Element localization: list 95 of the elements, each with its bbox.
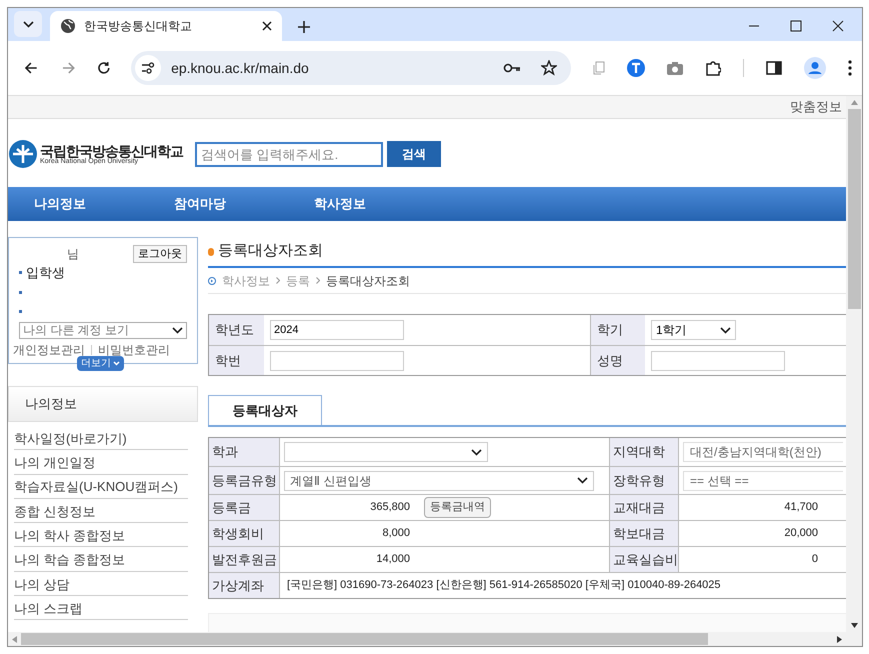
address-bar[interactable]: ep.knou.ac.kr/main.do — [131, 51, 572, 85]
detail-label: 지역대학 — [609, 438, 679, 466]
scroll-down-icon[interactable] — [850, 623, 858, 628]
menu-item[interactable]: 나의 개인일정 — [14, 450, 188, 475]
vertical-scrollbar[interactable] — [846, 96, 862, 646]
form-label: 성명 — [590, 346, 645, 375]
detail-label: 등록금유형 — [209, 467, 280, 494]
menu-item[interactable]: 나의 상담 — [14, 572, 188, 596]
forward-arrow-icon[interactable] — [62, 61, 76, 75]
nav-link[interactable]: 나의정보 — [34, 194, 174, 214]
user-suffix: 님 — [67, 246, 79, 263]
new-tab-icon[interactable] — [298, 21, 310, 33]
menu-item[interactable]: 나의 학사 종합정보 — [14, 523, 188, 548]
user-status: 입학생 — [26, 264, 65, 282]
account-select[interactable]: 나의 다른 계정 보기 — [19, 322, 187, 338]
profile-icon[interactable] — [804, 57, 826, 79]
nav-link[interactable]: 학사정보 — [314, 194, 454, 214]
title-marker-icon — [208, 248, 214, 256]
breadcrumb-separator-icon — [276, 277, 280, 284]
chevron-down-icon — [471, 448, 482, 456]
dropdown-field[interactable] — [284, 442, 488, 462]
chevron-down-icon — [172, 326, 183, 334]
detail-label: 등록금 — [209, 495, 280, 520]
text-field[interactable] — [270, 350, 404, 370]
breadcrumb-separator-icon — [316, 277, 320, 284]
tab-title: 한국방송통신대학교 — [84, 18, 193, 35]
form-label: 학기 — [590, 315, 645, 345]
menu-icon[interactable] — [848, 60, 852, 76]
menu-item[interactable]: 나의 스크랩 — [14, 596, 188, 620]
amount-value: 0 — [810, 552, 818, 568]
puzzle-icon[interactable] — [705, 60, 722, 76]
chevron-down-icon — [720, 326, 731, 334]
side-panel-icon[interactable] — [766, 61, 782, 75]
detail-label: 교육실습비 — [609, 547, 679, 572]
breadcrumb-link[interactable]: 등록대상자조회 — [326, 272, 410, 290]
detail-label: 학보대금 — [609, 521, 679, 546]
amount-value: 14,000 — [375, 552, 410, 568]
semester-select[interactable]: 1학기 — [651, 320, 736, 340]
scroll-right-icon[interactable] — [837, 636, 842, 642]
breadcrumb-icon — [208, 276, 216, 284]
password-link[interactable]: 비밀번호관리 — [98, 340, 170, 358]
detail-label: 장학유형 — [609, 467, 679, 494]
bullet-icon — [19, 290, 22, 294]
search-button[interactable]: 검색 — [387, 141, 441, 167]
close-icon[interactable] — [262, 21, 272, 31]
menu-item[interactable]: 학사일정(바로가기) — [14, 426, 188, 450]
menu-item[interactable]: 종합 신청정보 — [14, 498, 188, 524]
menu-item[interactable]: 학습자료실(U-KNOU캠퍼스) — [14, 474, 188, 499]
url-text: ep.knou.ac.kr/main.do — [171, 58, 310, 78]
amount-value: 365,800 — [369, 500, 410, 516]
tab[interactable]: 등록대상자 — [208, 395, 322, 425]
detail-label: 교재대금 — [609, 495, 679, 520]
readonly-field: 대전/충남지역대학(천안) — [683, 442, 843, 462]
bullet-icon — [19, 271, 22, 274]
horizontal-scrollbar[interactable] — [8, 632, 846, 646]
readonly-field: == 선택 == — [683, 470, 843, 490]
amount-value: 20,000 — [783, 526, 818, 542]
custom-info-link[interactable]: 맞춤정보 — [790, 97, 842, 117]
maximize-icon[interactable] — [790, 20, 802, 32]
search-field[interactable]: 검색어를 입력해주세요. — [195, 142, 383, 166]
menu-title: 나의정보 — [25, 395, 77, 414]
key-icon[interactable] — [503, 63, 522, 73]
tuition-details-button[interactable]: 등록금내역 — [424, 497, 491, 518]
chevron-down-icon — [22, 20, 34, 28]
close-icon[interactable] — [832, 20, 844, 32]
text-field[interactable] — [651, 350, 785, 370]
page-title: 등록대상자조회 — [218, 241, 323, 262]
amount-value: 8,000 — [381, 526, 410, 542]
site-settings-icon[interactable] — [135, 55, 162, 81]
reload-icon[interactable] — [97, 61, 112, 75]
detail-label: 학생회비 — [209, 521, 280, 546]
more-button[interactable]: 더보기 — [77, 356, 124, 371]
dropdown-field[interactable]: 계열Ⅱ 신편입생 — [284, 470, 594, 490]
form-label: 학번 — [209, 346, 264, 375]
star-icon[interactable] — [541, 60, 558, 76]
back-arrow-icon[interactable] — [24, 61, 38, 75]
bullet-icon — [19, 310, 22, 312]
browser-tab[interactable]: 한국방송통신대학교 — [50, 11, 282, 41]
detail-label: 발전후원금 — [209, 547, 280, 572]
personal-info-link[interactable]: 개인정보관리 — [13, 340, 85, 358]
letter-t-icon[interactable] — [627, 59, 646, 77]
chevron-down-icon — [577, 477, 588, 484]
menu-item[interactable]: 나의 학습 종합정보 — [14, 547, 188, 572]
amount-value: 41,700 — [783, 500, 818, 516]
chevron-down-icon — [113, 361, 120, 366]
virtual-account-text: [국민은행] 031690-73-264023 [신한은행] 561-914-26585020 [우체국] 010040-89-264025 — [287, 578, 721, 594]
tab-search-button[interactable] — [14, 11, 42, 37]
nav-link[interactable]: 참여마당 — [174, 194, 314, 214]
form-label: 학년도 — [209, 315, 264, 345]
text-field[interactable]: 2024 — [270, 320, 404, 340]
logout-button[interactable]: 로그아웃 — [133, 245, 187, 263]
globe-icon — [60, 18, 76, 34]
detail-label: 가상계좌 — [209, 573, 280, 598]
detail-label: 학과 — [209, 438, 280, 466]
camera-icon[interactable] — [667, 62, 684, 74]
